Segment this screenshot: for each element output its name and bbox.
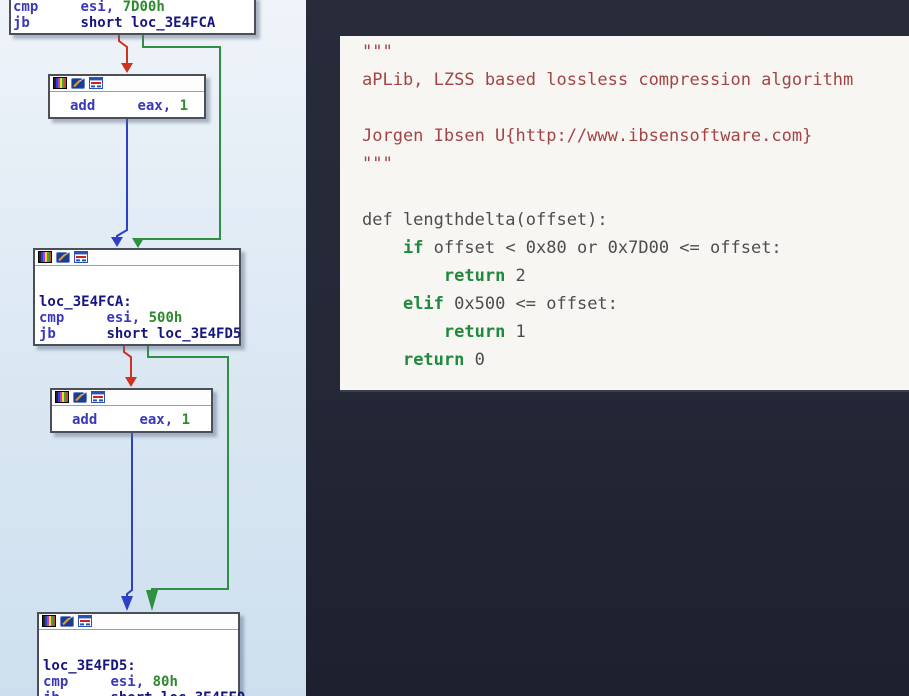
code-line: def lengthdelta(offset):: [362, 210, 909, 238]
edit-node-icon[interactable]: [71, 77, 85, 89]
code-line: """: [362, 42, 909, 70]
screenshot-root: cmp esi, 7D00hjb short loc_3E4FCA add ea…: [0, 0, 909, 696]
asm-code: add eax, 1: [70, 98, 204, 114]
node-color-palette-icon[interactable]: [53, 77, 67, 89]
group-node-icon[interactable]: [89, 77, 103, 89]
edit-node-icon[interactable]: [56, 251, 70, 263]
group-node-icon[interactable]: [78, 615, 92, 627]
asm-code: loc_3E4FD5:cmp esi, 80hjb short loc_3E4F…: [43, 642, 238, 696]
edge-fallthrough-2: [127, 432, 132, 596]
asm-line: cmp esi, 500h: [39, 310, 239, 326]
group-node-icon[interactable]: [91, 391, 105, 403]
asm-line: add eax, 1: [72, 412, 211, 428]
node-color-palette-icon[interactable]: [55, 391, 69, 403]
code-line: return 0: [362, 350, 909, 378]
asm-line: add eax, 1: [70, 98, 204, 114]
asm-line: cmp esi, 7D00h: [13, 0, 254, 15]
graph-node-top[interactable]: cmp esi, 7D00hjb short loc_3E4FCA: [9, 0, 256, 35]
asm-line: jb short loc_3E4FD5: [39, 326, 239, 342]
asm-line: [39, 278, 239, 294]
code-line: return 1: [362, 322, 909, 350]
python-code-panel[interactable]: """aPLib, LZSS based lossless compressio…: [340, 36, 909, 392]
python-source: """aPLib, LZSS based lossless compressio…: [362, 42, 909, 378]
edge-fallthrough-1: [117, 117, 127, 238]
edge-fallthrough-arrow-2: [121, 596, 133, 611]
code-line: [362, 182, 909, 210]
ida-graph-view[interactable]: cmp esi, 7D00hjb short loc_3E4FCA add ea…: [0, 0, 306, 696]
asm-line: loc_3E4FCA:: [39, 294, 239, 310]
node-titlebar: [35, 250, 239, 266]
node-color-palette-icon[interactable]: [38, 251, 52, 263]
node-color-palette-icon[interactable]: [42, 615, 56, 627]
edge-false-arrow-2: [125, 377, 137, 387]
node-titlebar: [50, 76, 204, 92]
graph-node-loc-3E4FD5[interactable]: loc_3E4FD5:cmp esi, 80hjb short loc_3E4F…: [37, 612, 240, 696]
edge-true-arrow-1: [132, 238, 144, 248]
graph-node-loc-3E4FCA[interactable]: loc_3E4FCA:cmp esi, 500hjb short loc_3E4…: [33, 248, 241, 346]
edge-false-branch-1: [119, 33, 127, 64]
node-titlebar: [39, 614, 238, 630]
graph-node-add-2[interactable]: add eax, 1: [50, 388, 213, 433]
code-line: [362, 98, 909, 126]
code-line: aPLib, LZSS based lossless compression a…: [362, 70, 909, 98]
dark-background: """aPLib, LZSS based lossless compressio…: [306, 0, 909, 696]
asm-code: add eax, 1: [72, 412, 211, 428]
code-line: elif 0x500 <= offset:: [362, 294, 909, 322]
graph-node-add-1[interactable]: add eax, 1: [48, 74, 206, 119]
asm-line: jb short loc_3E4FE0: [43, 690, 238, 696]
code-line: if offset < 0x80 or 0x7D00 <= offset:: [362, 238, 909, 266]
edit-node-icon[interactable]: [60, 615, 74, 627]
group-node-icon[interactable]: [74, 251, 88, 263]
asm-code: loc_3E4FCA:cmp esi, 500hjb short loc_3E4…: [39, 278, 239, 342]
edit-node-icon[interactable]: [73, 391, 87, 403]
asm-line: jb short loc_3E4FCA: [13, 15, 254, 31]
code-line: Jorgen Ibsen U{http://www.ibsensoftware.…: [362, 126, 909, 154]
code-line: """: [362, 154, 909, 182]
asm-line: cmp esi, 80h: [43, 674, 238, 690]
edge-true-branch-2: [148, 346, 228, 590]
asm-line: [43, 642, 238, 658]
edge-false-arrow-1: [121, 63, 133, 73]
asm-line: loc_3E4FD5:: [43, 658, 238, 674]
edge-true-arrow-2: [146, 590, 158, 611]
node-titlebar: [52, 390, 211, 406]
edge-false-branch-2: [124, 346, 131, 378]
asm-code: cmp esi, 7D00hjb short loc_3E4FCA: [13, 0, 254, 31]
edge-true-branch-1: [138, 33, 220, 239]
code-line: return 2: [362, 266, 909, 294]
edge-fallthrough-arrow-1: [111, 237, 123, 247]
